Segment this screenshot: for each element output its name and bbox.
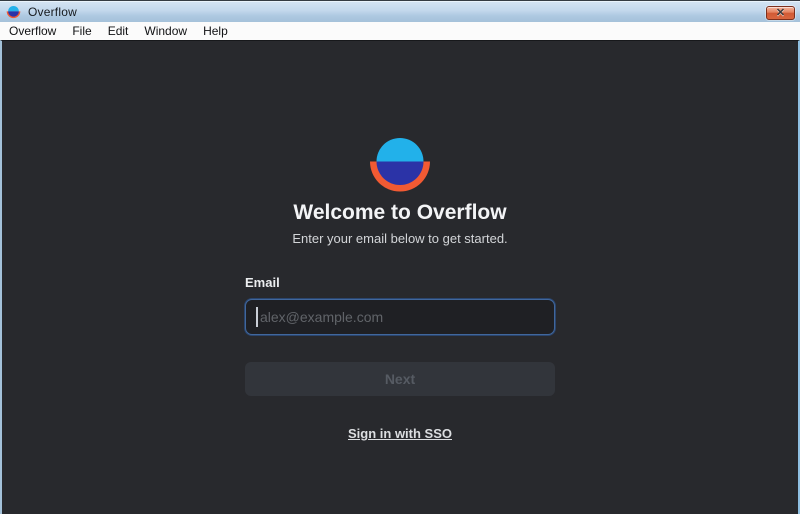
next-button[interactable]: Next bbox=[245, 362, 555, 396]
menu-item-overflow[interactable]: Overflow bbox=[1, 23, 64, 39]
titlebar[interactable]: Overflow ✕ bbox=[0, 0, 800, 22]
overflow-logo bbox=[370, 138, 430, 192]
sso-link-row: Sign in with SSO bbox=[245, 425, 555, 443]
email-label: Email bbox=[245, 275, 280, 290]
window-title: Overflow bbox=[28, 4, 77, 19]
email-input[interactable] bbox=[245, 299, 555, 335]
signin-screen: Welcome to Overflow Enter your email bel… bbox=[0, 40, 800, 514]
email-form: Email Next Sign in with SSO bbox=[245, 275, 555, 443]
menu-item-file[interactable]: File bbox=[64, 23, 99, 39]
app-logo-icon bbox=[6, 5, 21, 19]
close-icon: ✕ bbox=[775, 7, 786, 19]
menu-bar: Overflow File Edit Window Help bbox=[0, 22, 800, 40]
close-button[interactable]: ✕ bbox=[766, 6, 795, 20]
menu-item-help[interactable]: Help bbox=[195, 23, 236, 39]
sso-link[interactable]: Sign in with SSO bbox=[348, 426, 452, 441]
welcome-heading: Welcome to Overflow bbox=[293, 201, 507, 224]
overflow-window: Overflow ✕ Overflow File Edit Window Hel… bbox=[0, 0, 800, 514]
email-input-wrap bbox=[245, 299, 555, 335]
text-caret bbox=[256, 307, 258, 327]
welcome-subheading: Enter your email below to get started. bbox=[292, 231, 508, 246]
menu-item-edit[interactable]: Edit bbox=[100, 23, 137, 39]
menu-item-window[interactable]: Window bbox=[136, 23, 195, 39]
